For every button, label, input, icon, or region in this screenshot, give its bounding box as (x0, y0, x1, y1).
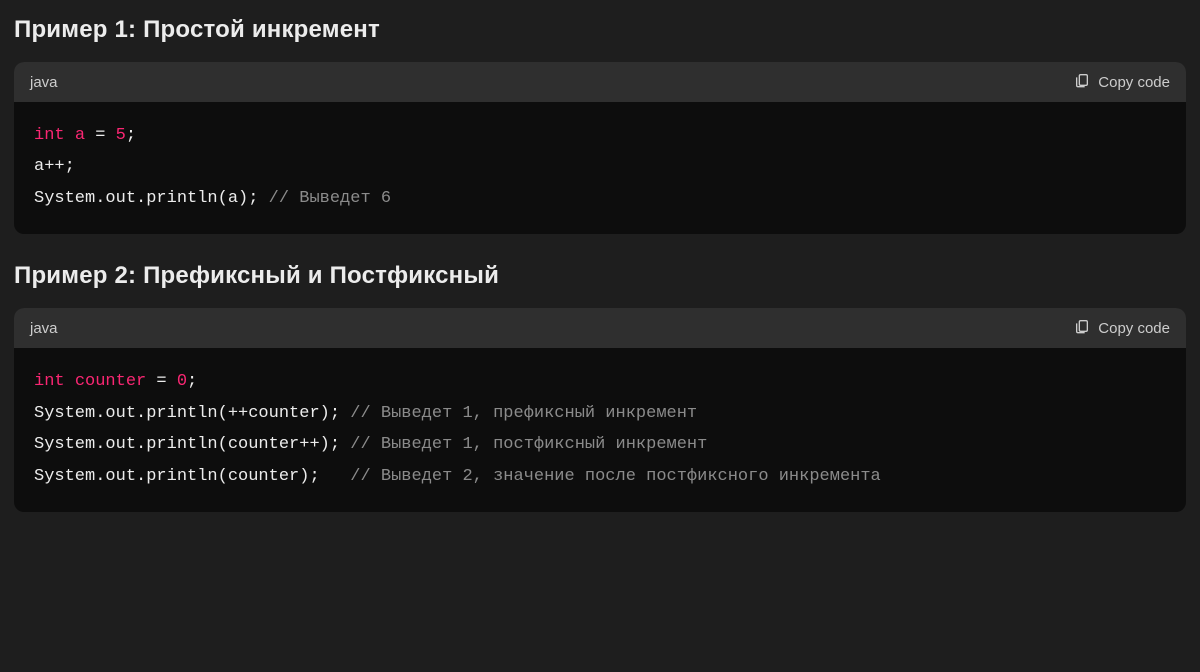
code-card-2: java Copy code int counter = 0; System.o… (14, 308, 1186, 512)
code-token: System.out.println(++counter); (34, 404, 350, 423)
code-token (65, 372, 75, 391)
copy-code-button[interactable]: Copy code (1074, 72, 1170, 92)
code-card-1: java Copy code int a = 5; a++; System.ou… (14, 62, 1186, 234)
clipboard-icon (1074, 72, 1090, 92)
code-token: // Выведет 6 (269, 189, 391, 208)
code-token: System.out.println(counter); (34, 467, 350, 486)
code-token: = (146, 372, 177, 391)
code-token: a (75, 126, 85, 145)
code-body: int a = 5; a++; System.out.println(a); /… (14, 102, 1186, 234)
code-body: int counter = 0; System.out.println(++co… (14, 348, 1186, 512)
language-label: java (30, 320, 58, 337)
code-token: ; (187, 372, 197, 391)
example-heading-1: Пример 1: Простой инкремент (14, 16, 1186, 44)
code-token: int (34, 126, 65, 145)
code-token: counter (75, 372, 146, 391)
code-header: java Copy code (14, 308, 1186, 348)
code-token: a++; (34, 157, 75, 176)
language-label: java (30, 74, 58, 91)
code-token: int (34, 372, 65, 391)
example-heading-2: Пример 2: Префиксный и Постфиксный (14, 262, 1186, 290)
code-token: // Выведет 2, значение после постфиксног… (350, 467, 881, 486)
code-token: System.out.println(a); (34, 189, 269, 208)
copy-label: Copy code (1098, 74, 1170, 91)
code-token: = (85, 126, 116, 145)
code-token: // Выведет 1, постфиксный инкремент (350, 435, 707, 454)
copy-code-button[interactable]: Copy code (1074, 318, 1170, 338)
clipboard-icon (1074, 318, 1090, 338)
code-token: ; (126, 126, 136, 145)
code-token: // Выведет 1, префиксный инкремент (350, 404, 697, 423)
code-token (65, 126, 75, 145)
code-token: 0 (177, 372, 187, 391)
code-token: 5 (116, 126, 126, 145)
copy-label: Copy code (1098, 320, 1170, 337)
code-token: System.out.println(counter++); (34, 435, 350, 454)
code-header: java Copy code (14, 62, 1186, 102)
